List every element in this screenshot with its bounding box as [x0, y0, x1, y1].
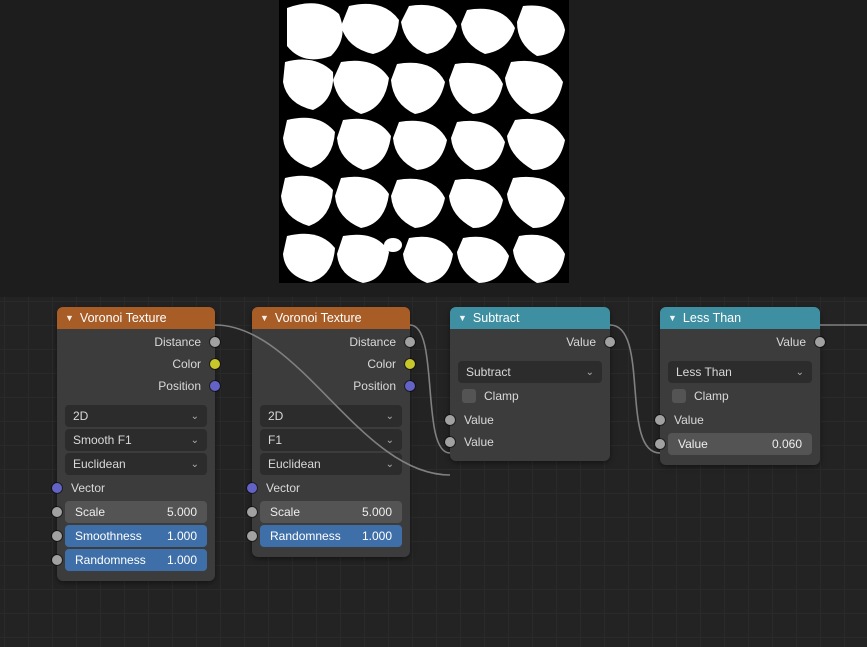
operation-select[interactable]: Less Than ⌄ [668, 361, 812, 383]
socket-color-out[interactable] [405, 359, 415, 369]
chevron-down-icon: ⌄ [796, 367, 804, 378]
socket-value-out[interactable] [815, 337, 825, 347]
scale-field[interactable]: Scale 5.000 [260, 501, 402, 523]
chevron-down-icon: ⌄ [191, 435, 199, 446]
voronoi-texture-node-2[interactable]: ▼ Voronoi Texture Distance Color Positio… [252, 307, 410, 557]
socket-smoothness-in[interactable] [52, 531, 62, 541]
socket-position-out[interactable] [405, 381, 415, 391]
socket-vector-in[interactable] [52, 483, 62, 493]
chevron-down-icon: ⌄ [386, 411, 394, 422]
node-header[interactable]: ▼ Voronoi Texture [57, 307, 215, 329]
input-vector: Vector [57, 477, 215, 499]
collapse-triangle-icon[interactable]: ▼ [65, 313, 74, 323]
metric-select[interactable]: Euclidean ⌄ [260, 453, 402, 475]
math-subtract-node[interactable]: ▼ Subtract Value Subtract ⌄ Clamp Value … [450, 307, 610, 461]
threshold-field[interactable]: Value 0.060 [668, 433, 812, 455]
mode-select[interactable]: Smooth F1 ⌄ [65, 429, 207, 451]
socket-scale-in[interactable] [247, 507, 257, 517]
clamp-checkbox[interactable] [462, 389, 476, 403]
node-title: Less Than [683, 311, 741, 325]
output-distance: Distance [57, 331, 215, 353]
clamp-row: Clamp [458, 385, 602, 407]
socket-threshold-in[interactable] [655, 439, 665, 449]
preview-area [0, 0, 867, 297]
socket-distance-out[interactable] [210, 337, 220, 347]
chevron-down-icon: ⌄ [586, 367, 594, 378]
clamp-checkbox[interactable] [672, 389, 686, 403]
socket-color-out[interactable] [210, 359, 220, 369]
smoothness-field[interactable]: Smoothness 1.000 [65, 525, 207, 547]
output-position: Position [252, 375, 410, 397]
math-less-than-node[interactable]: ▼ Less Than Value Less Than ⌄ Clamp Valu… [660, 307, 820, 465]
randomness-field[interactable]: Randomness 1.000 [65, 549, 207, 571]
output-color: Color [252, 353, 410, 375]
socket-value-out[interactable] [605, 337, 615, 347]
input-value-1: Value [450, 409, 610, 431]
output-distance: Distance [252, 331, 410, 353]
socket-position-out[interactable] [210, 381, 220, 391]
randomness-field[interactable]: Randomness 1.000 [260, 525, 402, 547]
chevron-down-icon: ⌄ [191, 411, 199, 422]
output-value: Value [660, 331, 820, 353]
operation-select[interactable]: Subtract ⌄ [458, 361, 602, 383]
socket-randomness-in[interactable] [247, 531, 257, 541]
node-header[interactable]: ▼ Voronoi Texture [252, 307, 410, 329]
dimensions-select[interactable]: 2D ⌄ [260, 405, 402, 427]
clamp-row: Clamp [668, 385, 812, 407]
node-header[interactable]: ▼ Subtract [450, 307, 610, 329]
output-position: Position [57, 375, 215, 397]
chevron-down-icon: ⌄ [386, 435, 394, 446]
output-color: Color [57, 353, 215, 375]
collapse-triangle-icon[interactable]: ▼ [668, 313, 677, 323]
node-title: Subtract [473, 311, 520, 325]
socket-scale-in[interactable] [52, 507, 62, 517]
node-header[interactable]: ▼ Less Than [660, 307, 820, 329]
input-vector: Vector [252, 477, 410, 499]
node-title: Voronoi Texture [80, 311, 167, 325]
socket-randomness-in[interactable] [52, 555, 62, 565]
node-title: Voronoi Texture [275, 311, 362, 325]
socket-value2-in[interactable] [445, 437, 455, 447]
chevron-down-icon: ⌄ [191, 459, 199, 470]
socket-value1-in[interactable] [445, 415, 455, 425]
scale-field[interactable]: Scale 5.000 [65, 501, 207, 523]
dimensions-select[interactable]: 2D ⌄ [65, 405, 207, 427]
output-value: Value [450, 331, 610, 353]
metric-select[interactable]: Euclidean ⌄ [65, 453, 207, 475]
collapse-triangle-icon[interactable]: ▼ [260, 313, 269, 323]
voronoi-preview-svg [279, 0, 569, 283]
texture-preview [279, 0, 569, 283]
socket-vector-in[interactable] [247, 483, 257, 493]
input-value-1: Value [660, 409, 820, 431]
socket-distance-out[interactable] [405, 337, 415, 347]
chevron-down-icon: ⌄ [386, 459, 394, 470]
mode-select[interactable]: F1 ⌄ [260, 429, 402, 451]
voronoi-texture-node-1[interactable]: ▼ Voronoi Texture Distance Color Positio… [57, 307, 215, 581]
collapse-triangle-icon[interactable]: ▼ [458, 313, 467, 323]
socket-value1-in[interactable] [655, 415, 665, 425]
input-value-2: Value [450, 431, 610, 453]
